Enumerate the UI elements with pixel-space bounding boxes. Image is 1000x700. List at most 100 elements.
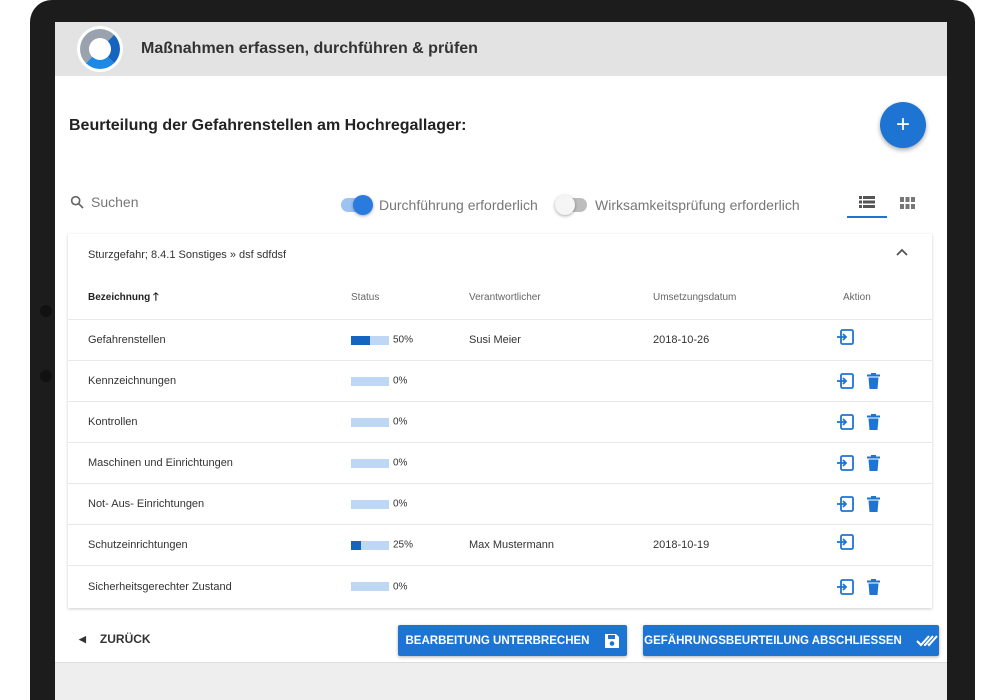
cell-verantwortlicher: Max Mustermann — [469, 539, 554, 551]
cell-bezeichnung: Sicherheitsgerechter Zustand — [88, 580, 232, 593]
cell-status: 25% — [331, 539, 449, 551]
toggle-durchfuehrung[interactable]: Durchführung erforderlich — [341, 195, 538, 215]
grid-view-button[interactable] — [887, 188, 927, 218]
delete-icon[interactable] — [862, 452, 884, 474]
cell-status: 0% — [331, 457, 449, 469]
page-title: Beurteilung der Gefahrenstellen am Hochr… — [69, 117, 467, 134]
wirksamkeit-switch[interactable] — [555, 195, 587, 215]
progress-percent: 0% — [393, 581, 408, 593]
list-view-button[interactable] — [847, 188, 887, 218]
progress-bar — [351, 540, 389, 550]
col-verantwortlicher: Verantwortlicher — [469, 292, 541, 303]
table-row: Kennzeichnungen 0% — [68, 361, 932, 402]
progress-fill — [351, 335, 370, 345]
app-logo — [77, 26, 123, 72]
table-row: Schutzeinrichtungen 25% Max Mustermann 2018… — [68, 525, 932, 566]
delete-icon[interactable] — [862, 493, 884, 515]
app-bar: Maßnahmen erfassen, durchführen & prüfen — [55, 22, 947, 76]
cell-status: 0% — [331, 581, 449, 593]
sensor-dot — [40, 370, 52, 382]
sort-arrow-up-icon[interactable]: 🡑 — [153, 291, 159, 303]
pause-button[interactable]: BEARBEITUNG UNTERBRECHEN — [398, 625, 627, 656]
search-input[interactable]: Suchen — [69, 194, 138, 210]
table-body: Gefahrenstellen 50% Susi Meier 2018-10-26 Ke… — [68, 320, 932, 607]
caret-left-icon: ◀ — [79, 633, 86, 644]
table-row: Gefahrenstellen 50% Susi Meier 2018-10-26 — [68, 320, 932, 361]
table-row: Not- Aus- Einrichtungen 0% — [68, 484, 932, 525]
cell-aktion — [803, 525, 932, 565]
progress-bar — [351, 582, 389, 592]
progress-bar — [351, 458, 389, 468]
camera-dot — [40, 305, 52, 317]
open-icon[interactable] — [834, 411, 856, 433]
toggle-wirksamkeit[interactable]: Wirksamkeitsprüfung erforderlich — [555, 195, 800, 215]
col-bezeichnung[interactable]: Bezeichnung 🡑 — [68, 288, 331, 307]
cell-bezeichnung: Maschinen und Einrichtungen — [88, 457, 233, 469]
table-row: Kontrollen 0% — [68, 402, 932, 443]
cell-bezeichnung: Kennzeichnungen — [88, 375, 177, 387]
save-icon — [604, 633, 619, 648]
cell-aktion — [803, 484, 932, 524]
wirksamkeit-label: Wirksamkeitsprüfung erforderlich — [595, 197, 800, 213]
cell-aktion — [803, 361, 932, 401]
open-icon[interactable] — [834, 452, 856, 474]
list-view-icon — [859, 196, 875, 208]
finish-label: GEFÄHRUNGSBEURTEILUNG ABSCHLIESSEN — [644, 634, 902, 647]
col-status: Status — [351, 292, 380, 303]
open-icon[interactable] — [834, 576, 856, 598]
delete-icon[interactable] — [862, 411, 884, 433]
search-placeholder: Suchen — [91, 194, 139, 210]
delete-icon[interactable] — [862, 576, 884, 598]
progress-percent: 0% — [393, 457, 408, 469]
delete-icon[interactable] — [862, 370, 884, 392]
card-heading: Sturzgefahr; 8.4.1 Sonstiges » dsf sdfds… — [88, 249, 287, 261]
progress-fill — [351, 540, 361, 550]
table-row: Sicherheitsgerechter Zustand 0% — [68, 566, 932, 607]
progress-percent: 0% — [393, 416, 408, 428]
cell-aktion — [803, 402, 932, 442]
finish-button[interactable]: GEFÄHRUNGSBEURTEILUNG ABSCHLIESSEN — [643, 625, 939, 656]
cell-aktion — [803, 566, 932, 607]
cell-umsetzungsdatum: 2018-10-19 — [653, 539, 710, 551]
progress-percent: 0% — [393, 498, 408, 510]
progress-percent: 0% — [393, 375, 408, 387]
cell-status: 0% — [331, 416, 449, 428]
cell-bezeichnung: Kontrollen — [88, 416, 138, 428]
cell-umsetzungsdatum: 2018-10-26 — [653, 334, 710, 346]
open-icon[interactable] — [834, 493, 856, 515]
cell-status: 0% — [331, 498, 449, 510]
cell-aktion — [803, 320, 932, 360]
table-header: Bezeichnung 🡑 Status Verantwortlicher Um… — [68, 276, 932, 320]
card-header[interactable]: Sturzgefahr; 8.4.1 Sonstiges » dsf sdfds… — [68, 234, 932, 276]
col-umsetzungsdatum: Umsetzungsdatum — [653, 292, 737, 303]
durchfuehrung-label: Durchführung erforderlich — [379, 197, 538, 213]
bottom-bar — [55, 662, 947, 700]
grid-view-icon — [899, 197, 915, 209]
open-icon[interactable] — [834, 531, 856, 553]
durchfuehrung-switch[interactable] — [341, 195, 373, 215]
progress-percent: 50% — [393, 334, 414, 346]
progress-percent: 25% — [393, 539, 414, 551]
table-row: Maschinen und Einrichtungen 0% — [68, 443, 932, 484]
toolbar: Suchen Durchführung erforderlich Wirksam… — [69, 194, 927, 220]
cell-bezeichnung: Not- Aus- Einrichtungen — [88, 498, 205, 510]
search-icon — [70, 195, 84, 209]
cell-bezeichnung: Schutzeinrichtungen — [88, 539, 188, 551]
double-check-icon — [916, 634, 938, 646]
open-icon[interactable] — [834, 326, 856, 348]
add-button[interactable]: + — [880, 102, 926, 148]
cell-bezeichnung: Gefahrenstellen — [88, 334, 166, 346]
pause-label: BEARBEITUNG UNTERBRECHEN — [405, 634, 590, 647]
footer: ◀ ZURÜCK BEARBEITUNG UNTERBRECHEN GEFÄHR… — [55, 622, 947, 662]
cell-status: 0% — [331, 375, 449, 387]
open-icon[interactable] — [834, 370, 856, 392]
progress-bar — [351, 335, 389, 345]
view-switcher — [847, 188, 927, 218]
col-bezeichnung-label: Bezeichnung — [88, 292, 151, 303]
back-button[interactable]: ◀ ZURÜCK — [79, 632, 151, 646]
chevron-up-icon[interactable] — [896, 248, 908, 256]
progress-bar — [351, 499, 389, 509]
app-title: Maßnahmen erfassen, durchführen & prüfen — [141, 40, 478, 57]
app-screen: Maßnahmen erfassen, durchführen & prüfen… — [55, 22, 947, 700]
cell-status: 50% — [331, 334, 449, 346]
